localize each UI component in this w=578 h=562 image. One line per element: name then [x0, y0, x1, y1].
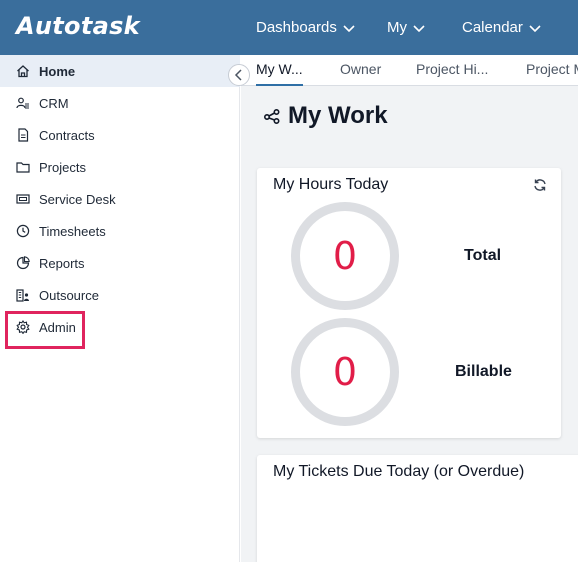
sidebar-item-label: Reports — [39, 255, 85, 271]
nav-calendar[interactable]: Calendar — [462, 0, 542, 55]
home-icon — [17, 65, 29, 78]
service-desk-icon — [16, 194, 30, 204]
sidebar: Home CRM Contracts Projects Service Desk… — [0, 55, 240, 562]
chevron-left-icon — [234, 69, 242, 81]
billable-hours-label: Billable — [455, 363, 512, 380]
tab-my-work[interactable]: My W... — [256, 55, 303, 86]
sidebar-item-crm[interactable]: CRM — [0, 87, 240, 119]
total-hours-ring: 0 — [291, 202, 399, 310]
page-title-text: My Work — [288, 102, 388, 129]
billable-hours-ring: 0 — [291, 318, 399, 426]
outsource-icon — [16, 289, 29, 302]
my-hours-today-card: My Hours Today 0 Total 0 Billable — [257, 168, 561, 438]
users-icon — [16, 97, 29, 109]
sidebar-item-timesheets[interactable]: Timesheets — [0, 215, 240, 247]
nav-calendar-label: Calendar — [462, 19, 523, 36]
card-title: My Tickets Due Today (or Overdue) — [273, 463, 525, 480]
sidebar-item-label: Outsource — [39, 287, 99, 303]
nav-dashboards[interactable]: Dashboards — [256, 0, 356, 55]
chevron-down-icon — [343, 24, 355, 32]
sidebar-item-reports[interactable]: Reports — [0, 247, 240, 279]
share-network-icon — [264, 108, 280, 124]
contract-icon — [18, 128, 29, 142]
billable-hours-value: 0 — [332, 350, 358, 394]
sidebar-item-home[interactable]: Home — [0, 55, 240, 87]
autotask-logo[interactable]: Autotask — [16, 12, 140, 40]
my-tickets-due-today-card: My Tickets Due Today (or Overdue) — [257, 455, 578, 562]
folder-icon — [16, 162, 30, 173]
clock-icon — [16, 224, 30, 238]
tab-bar: My W... Owner Project Hi... Project M — [241, 55, 578, 86]
sidebar-item-label: Home — [39, 63, 76, 79]
nav-my-label: My — [387, 19, 407, 36]
refresh-icon[interactable] — [533, 178, 547, 192]
total-hours-value: 0 — [332, 234, 358, 278]
chevron-down-icon — [413, 24, 425, 32]
admin-highlight-box — [5, 311, 85, 349]
sidebar-item-label: Projects — [39, 159, 86, 175]
sidebar-item-contracts[interactable]: Contracts — [0, 119, 240, 151]
report-icon — [16, 256, 30, 270]
sidebar-item-label: Timesheets — [39, 223, 106, 239]
card-title: My Hours Today — [273, 176, 389, 193]
tab-project-history[interactable]: Project Hi... — [416, 55, 488, 86]
collapse-sidebar-button[interactable] — [228, 64, 250, 86]
sidebar-item-label: Contracts — [39, 127, 95, 143]
sidebar-item-label: Service Desk — [39, 191, 116, 207]
main-content: My W... Owner Project Hi... Project M My… — [241, 55, 578, 562]
total-hours-label: Total — [464, 247, 502, 264]
chevron-down-icon — [529, 24, 541, 32]
sidebar-item-label: CRM — [39, 95, 69, 111]
sidebar-item-outsource[interactable]: Outsource — [0, 279, 240, 311]
tab-owner[interactable]: Owner — [340, 55, 381, 86]
top-navigation-bar: Autotask Dashboards My Calendar — [0, 0, 578, 55]
nav-my[interactable]: My — [387, 0, 426, 55]
sidebar-item-service-desk[interactable]: Service Desk — [0, 183, 240, 215]
nav-dashboards-label: Dashboards — [256, 19, 337, 36]
sidebar-item-projects[interactable]: Projects — [0, 151, 240, 183]
tab-project-m[interactable]: Project M — [526, 55, 578, 86]
page-title: My Work — [264, 102, 388, 130]
